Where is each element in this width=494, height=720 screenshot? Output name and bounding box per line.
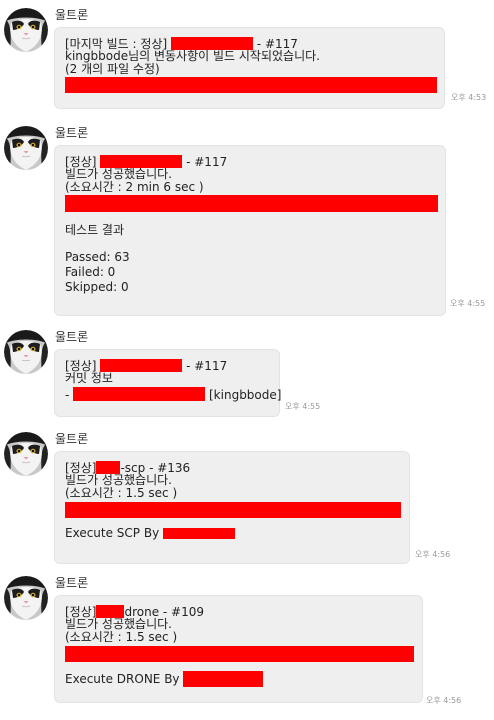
message-timestamp: 오후 4:55: [285, 402, 321, 411]
sender-name: 울트론: [55, 576, 89, 590]
executed-by-line: Execute SCP By: [65, 527, 400, 540]
redacted-block: [73, 387, 206, 401]
message-timestamp: 오후 4:53: [451, 93, 487, 102]
sender-avatar[interactable]: [4, 8, 48, 52]
sender-name: 울트론: [55, 126, 89, 140]
cat-avatar-icon: [4, 126, 48, 170]
message-bubble[interactable]: [마지막 빌드 : 정상] - #117 kingbbode님의 변동사항이 빌…: [54, 27, 445, 109]
message-line: (소요시간 : 1.5 sec ): [65, 630, 178, 644]
message-timestamp: 오후 4:56: [415, 550, 451, 559]
commit-info-line: - [kingbbode]: [65, 387, 281, 402]
redacted-block: [65, 502, 401, 518]
build-number: - #117: [186, 155, 228, 169]
sender-avatar[interactable]: [4, 432, 48, 476]
redacted-block: [65, 195, 438, 212]
commit-bullet: -: [65, 388, 70, 402]
sender-avatar[interactable]: [4, 330, 48, 374]
message-line: (소요시간 : 2 min 6 sec ): [65, 180, 204, 194]
redacted-block: [65, 77, 437, 93]
message-bubble[interactable]: [정상] - #117 빌드가 성공했습니다. (소요시간 : 2 min 6 …: [54, 145, 446, 316]
sender-name: 울트론: [55, 330, 89, 344]
message-timestamp: 오후 4:56: [426, 696, 462, 705]
cat-avatar-icon: [4, 432, 48, 476]
message-bubble[interactable]: [정상] - #117 커밋 정보 - [kingbbode]: [54, 349, 281, 417]
tests-passed: Passed: 63: [65, 250, 130, 264]
tests-skipped: Skipped: 0: [65, 280, 129, 294]
sender-name: 울트론: [55, 8, 89, 22]
sender-avatar[interactable]: [4, 576, 48, 620]
execute-label: Execute DRONE By: [65, 672, 180, 686]
sender-avatar[interactable]: [4, 126, 48, 170]
message-line: (2 개의 파일 수정): [65, 62, 160, 76]
redacted-block: [65, 646, 414, 662]
message-bubble[interactable]: [정상] drone - #109 빌드가 성공했습니다. (소요시간 : 1.5…: [54, 595, 423, 703]
executed-by-line: Execute DRONE By: [65, 671, 413, 687]
sender-name: 울트론: [55, 432, 89, 446]
message-timestamp: 오후 4:55: [450, 299, 486, 308]
redacted-block: [183, 671, 264, 687]
message-line: (소요시간 : 1.5 sec ): [65, 486, 178, 500]
build-number: - #117: [186, 359, 228, 373]
cat-avatar-icon: [4, 8, 48, 52]
message-bubble[interactable]: [정상] -scp - #136 빌드가 성공했습니다. (소요시간 : 1.5 …: [54, 451, 410, 564]
commit-author: [kingbbode]: [209, 388, 282, 402]
cat-avatar-icon: [4, 330, 48, 374]
tests-failed: Failed: 0: [65, 265, 116, 279]
test-result-title: 테스트 결과: [65, 223, 125, 237]
execute-label: Execute SCP By: [65, 526, 160, 540]
message-line: 커밋 정보: [65, 371, 113, 385]
redacted-block: [163, 528, 236, 539]
cat-avatar-icon: [4, 576, 48, 620]
